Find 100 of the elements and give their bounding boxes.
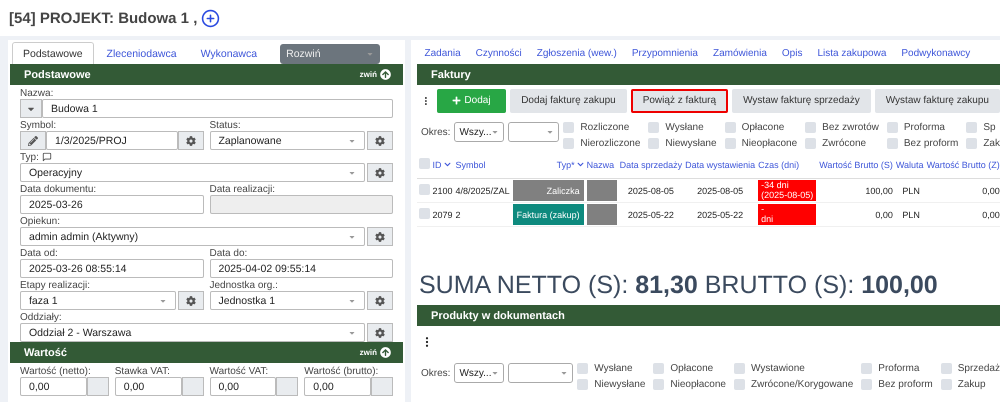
- column-header[interactable]: Nazwa: [586, 160, 614, 170]
- edit-button[interactable]: [20, 131, 46, 150]
- column-header[interactable]: Czas (dni): [758, 160, 800, 170]
- addon-button[interactable]: [86, 377, 109, 396]
- select-field[interactable]: faza 1: [20, 291, 176, 310]
- chevron-icon[interactable]: [444, 160, 450, 168]
- input-field[interactable]: 2025-03-26 08:55:14: [20, 259, 204, 278]
- column-header[interactable]: Data wystawienia: [685, 160, 756, 170]
- column-header[interactable]: Wartość Brutto (S): [819, 160, 893, 170]
- input-field[interactable]: 2025-03-26: [20, 195, 204, 214]
- table-cell: 2025-08-05: [618, 178, 684, 202]
- settings-button[interactable]: [367, 227, 393, 246]
- checkbox[interactable]: [418, 184, 430, 195]
- checkbox[interactable]: [734, 362, 745, 374]
- input-field[interactable]: 2025-04-02 09:55:14: [210, 259, 393, 278]
- action-button[interactable]: Wystaw fakturę zakupu: [874, 88, 1000, 112]
- input-field[interactable]: 0,00: [304, 377, 371, 396]
- settings-button[interactable]: [178, 291, 204, 310]
- input-field[interactable]: 0,00: [114, 377, 182, 396]
- expand-select[interactable]: Rozwiń: [280, 44, 380, 64]
- settings-button[interactable]: [367, 163, 393, 182]
- checkbox[interactable]: [577, 378, 588, 390]
- checkbox[interactable]: [861, 362, 872, 374]
- tab[interactable]: Zgłoszenia (wew.): [529, 48, 624, 58]
- tab[interactable]: Czynności: [468, 48, 530, 58]
- addon-button[interactable]: [182, 377, 204, 396]
- collapse-link[interactable]: zwiń: [360, 69, 391, 80]
- checkbox[interactable]: [966, 138, 978, 148]
- checkbox[interactable]: [724, 122, 736, 132]
- checkbox[interactable]: [940, 362, 952, 374]
- select-field[interactable]: Operacyjny: [20, 163, 365, 182]
- column-header[interactable]: Waluta: [896, 160, 924, 170]
- period-select[interactable]: Wszy...: [454, 363, 504, 383]
- action-button[interactable]: Powiąż z fakturą: [630, 88, 728, 112]
- checkbox[interactable]: [653, 362, 664, 374]
- input-field[interactable]: Budowa 1: [42, 99, 393, 118]
- gear-icon: [375, 232, 385, 242]
- checkbox[interactable]: [648, 138, 660, 148]
- tab[interactable]: Przypomnienia: [624, 48, 706, 58]
- input-field[interactable]: 0,00: [210, 377, 276, 396]
- comment-icon: [42, 152, 52, 162]
- checkbox[interactable]: [418, 208, 430, 219]
- column-header[interactable]: Typ*: [556, 160, 575, 170]
- tab[interactable]: Zadania: [417, 48, 468, 58]
- checkbox[interactable]: [886, 122, 898, 132]
- field-label: Nazwa:: [20, 88, 54, 98]
- tab[interactable]: Lista zakupowa: [810, 48, 894, 58]
- period-select[interactable]: Wszy...: [454, 122, 504, 142]
- select-field[interactable]: Jednostka 1: [210, 291, 365, 310]
- checkbox[interactable]: [940, 378, 952, 390]
- checkbox[interactable]: [563, 122, 574, 132]
- checkbox[interactable]: [653, 378, 664, 390]
- checkbox[interactable]: [563, 138, 574, 148]
- select-field[interactable]: [508, 363, 574, 383]
- name-cell: [586, 204, 617, 225]
- gear-icon: [186, 136, 196, 146]
- checkbox-label: Sprzedaż: [958, 362, 1000, 374]
- action-button[interactable]: Wystaw fakturę sprzedaży: [732, 88, 871, 112]
- checkbox-label: Niewysłane: [665, 138, 717, 148]
- addon-button[interactable]: [276, 377, 298, 396]
- checkbox[interactable]: [418, 158, 430, 169]
- table-cell: 2025-05-22: [684, 202, 757, 226]
- checkbox[interactable]: [648, 122, 660, 132]
- checkbox[interactable]: [861, 378, 872, 390]
- tab[interactable]: Zamówienia: [705, 48, 774, 58]
- input-field[interactable]: 1/3/2025/PROJ: [46, 131, 178, 150]
- checkbox[interactable]: [886, 138, 898, 148]
- select-field[interactable]: admin admin (Aktywny): [20, 227, 365, 246]
- checkbox[interactable]: [805, 138, 816, 148]
- action-button[interactable]: Dodaj fakturę zakupu: [510, 88, 627, 112]
- settings-button[interactable]: [178, 131, 204, 150]
- column-header[interactable]: Data sprzedaży: [620, 160, 682, 170]
- collapse-link[interactable]: zwiń: [360, 347, 391, 358]
- tab[interactable]: Opis: [774, 48, 810, 58]
- tab[interactable]: Podstawowe: [12, 42, 94, 64]
- chevron-icon[interactable]: [576, 160, 584, 168]
- column-header[interactable]: Symbol: [456, 160, 486, 170]
- tab[interactable]: Podwykonawcy: [894, 48, 978, 58]
- gear-icon: [375, 328, 385, 338]
- checkbox[interactable]: [577, 362, 588, 374]
- column-header[interactable]: Wartość Brutto (Z): [926, 160, 1000, 170]
- section-title: Faktury: [431, 68, 471, 80]
- dropdown-button[interactable]: [20, 99, 42, 118]
- settings-button[interactable]: [367, 131, 393, 150]
- input-field[interactable]: 0,00: [20, 377, 87, 396]
- checkbox[interactable]: [734, 378, 745, 390]
- checkbox-label: Proforma: [904, 122, 945, 132]
- checkbox[interactable]: [805, 122, 816, 132]
- checkbox[interactable]: [724, 138, 736, 148]
- addon-button[interactable]: [371, 377, 393, 396]
- checkbox[interactable]: [966, 122, 978, 132]
- select-field[interactable]: Zaplanowane: [210, 131, 365, 150]
- select-field[interactable]: Oddział 2 - Warszawa: [20, 323, 365, 342]
- column-header[interactable]: ID: [432, 160, 442, 170]
- time-cell: -34 dni (2025-08-05): [758, 180, 816, 201]
- settings-button[interactable]: [367, 323, 393, 342]
- settings-button[interactable]: [367, 291, 393, 310]
- add-icon[interactable]: [201, 8, 220, 28]
- select-field[interactable]: [508, 122, 560, 142]
- gear-icon: [375, 168, 385, 178]
